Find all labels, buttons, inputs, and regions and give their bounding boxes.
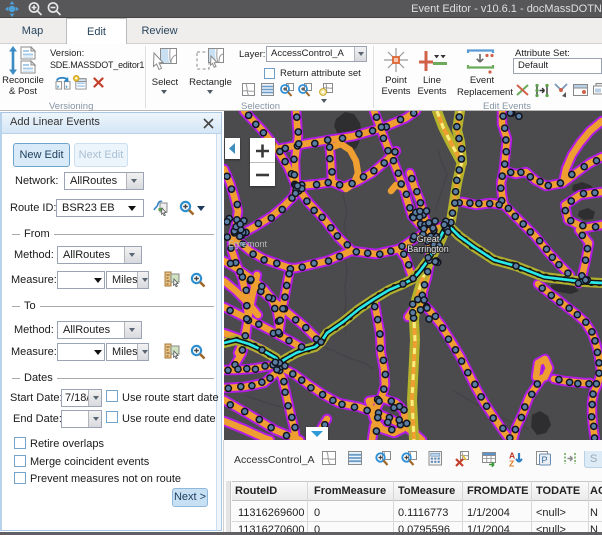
svg-text:Egremont: Egremont	[228, 239, 268, 249]
svg-text:S: S	[590, 453, 597, 465]
svg-text:Barrington: Barrington	[407, 244, 449, 254]
svg-text:Great: Great	[417, 234, 440, 244]
svg-text:Z: Z	[509, 459, 514, 469]
svg-text:P: P	[542, 455, 548, 465]
